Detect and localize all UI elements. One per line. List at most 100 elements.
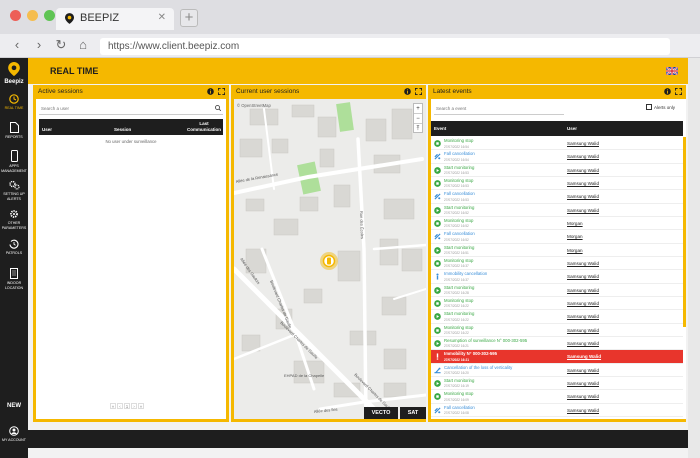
sidebar-item-reports[interactable]: REPORTS <box>0 122 28 140</box>
event-row[interactable]: Monitoring stop 27/07/2022 16:54 Samsung W… <box>431 137 683 151</box>
sat-layer-button[interactable]: SAT <box>400 407 426 419</box>
page-1-button[interactable]: 1 <box>124 403 130 409</box>
fullscreen-icon[interactable] <box>415 88 422 95</box>
fullscreen-icon[interactable] <box>218 88 225 95</box>
first-page-button[interactable]: « <box>110 403 116 409</box>
zoom-in-button[interactable]: + <box>414 104 422 114</box>
close-window-button[interactable] <box>10 10 21 21</box>
sidebar-item-apps-management[interactable]: APPS MANAGEMENT <box>0 150 28 173</box>
event-row[interactable]: Start monitoring 27/07/2022 16:51 Morgan <box>431 244 683 257</box>
event-row[interactable]: Start monitoring 27/07/2022 16:19 Samsung … <box>431 377 683 391</box>
sidebar-item-patrols[interactable]: PATROLS <box>0 239 28 256</box>
event-search-input[interactable]: Search a event <box>434 103 564 115</box>
column-event[interactable]: Event <box>434 126 446 131</box>
column-user[interactable]: User <box>42 127 52 132</box>
event-user-link[interactable]: Samsung Walid <box>567 394 599 399</box>
event-row[interactable]: Monitoring stop 27/07/2022 16:09 Samsung W… <box>431 390 683 404</box>
column-session[interactable]: Session <box>114 127 131 132</box>
last-page-button[interactable]: » <box>138 403 144 409</box>
minimize-window-button[interactable] <box>27 10 38 21</box>
event-time: 27/07/2022 16:08 <box>444 411 469 416</box>
event-row[interactable]: Fall cancellation 27/07/2022 16:53 Samsung… <box>431 190 683 204</box>
column-user[interactable]: User <box>567 126 577 131</box>
event-row[interactable]: Fall cancellation 27/07/2022 16:08 Samsung… <box>431 404 683 417</box>
event-user-link[interactable]: Samsung Walid <box>567 168 599 173</box>
sidebar-item-other-parameters[interactable]: OTHER PARAMETERS <box>0 209 28 230</box>
event-user-link[interactable]: Morgan <box>567 221 583 226</box>
map-view[interactable]: Allée de la Renaissance Rue des Écoles A… <box>234 99 426 419</box>
event-title: Start monitoring <box>444 311 475 317</box>
user-location-marker[interactable] <box>320 252 338 270</box>
sidebar-my-account[interactable]: MY ACCOUNT <box>0 426 28 443</box>
event-row[interactable]: Monitoring stop 27/07/2022 16:52 Morgan <box>431 217 683 231</box>
reload-icon[interactable]: ↻ <box>54 38 68 52</box>
sidebar-item-label: APPS MANAGEMENT <box>1 164 27 173</box>
event-user-link[interactable]: Samsung Walid <box>567 194 599 199</box>
event-row[interactable]: Immobility cancellation 27/07/2022 16:37 S… <box>431 270 683 284</box>
event-time: 27/07/2022 16:37 <box>444 264 469 269</box>
new-button[interactable]: NEW <box>0 403 28 409</box>
event-row[interactable]: Start monitoring 27/07/2022 16:22 Samsung … <box>431 310 683 324</box>
fullscreen-icon[interactable] <box>675 88 682 95</box>
event-user-link[interactable]: Samsung Walid <box>567 368 599 373</box>
event-user-link[interactable]: Samsung Walid <box>567 208 599 213</box>
event-row[interactable]: Start monitoring 27/07/2022 16:28 Samsung … <box>431 284 683 297</box>
event-user-link[interactable]: Samsung Walid <box>567 381 599 386</box>
info-icon[interactable] <box>404 88 411 95</box>
event-row[interactable]: Resumption of surveillance N° 000-302-59… <box>431 337 683 351</box>
event-row[interactable]: Monitoring stop 27/07/2022 16:22 Samsung W… <box>431 297 683 311</box>
vecto-layer-button[interactable]: VECTO <box>364 407 398 419</box>
back-icon[interactable]: ‹ <box>10 38 24 52</box>
event-user-link[interactable]: Samsung Walid <box>567 141 599 146</box>
event-user-link[interactable]: Samsung Walid <box>567 154 599 159</box>
event-user-link[interactable]: Samsung Walid <box>567 301 599 306</box>
event-user-link[interactable]: Samsung Walid <box>567 408 599 413</box>
browser-tab[interactable]: BEEPIZ ✕ <box>56 8 174 30</box>
event-user-link[interactable]: Samsung Walid <box>567 274 599 279</box>
event-user-link[interactable]: Morgan <box>567 234 583 239</box>
next-page-button[interactable]: › <box>131 403 137 409</box>
event-row[interactable]: Monitoring stop 27/07/2022 16:22 Samsung W… <box>431 324 683 337</box>
address-bar[interactable]: https://www.client.beepiz.com <box>100 38 670 55</box>
info-icon[interactable] <box>664 88 671 95</box>
uk-flag-icon[interactable] <box>666 67 678 75</box>
event-row[interactable]: Start monitoring 27/07/2022 16:52 Samsung … <box>431 204 683 217</box>
event-row[interactable]: Monitoring stop 27/07/2022 16:37 Samsung W… <box>431 257 683 271</box>
column-last-communication[interactable]: Last Communication <box>184 121 224 133</box>
search-icon[interactable] <box>215 105 221 111</box>
event-row[interactable]: Monitoring stop 27/07/2022 16:53 Samsung W… <box>431 177 683 191</box>
page-scrollbar[interactable] <box>688 58 700 458</box>
event-row-alert[interactable]: Immobility N° 000-302-595 27/07/2022 16:2… <box>431 350 683 364</box>
prev-page-button[interactable]: ‹ <box>117 403 123 409</box>
sidebar-item-indoor-location[interactable]: INDOOR LOCATION <box>0 268 28 290</box>
event-user-link[interactable]: Morgan <box>567 248 583 253</box>
forward-icon[interactable]: › <box>32 38 46 52</box>
close-tab-icon[interactable]: ✕ <box>158 12 166 23</box>
event-user-link[interactable]: Samsung Walid <box>567 354 601 359</box>
zoom-out-button[interactable]: − <box>414 114 422 124</box>
sidebar-item-setting-up-alerts[interactable]: SETTING UP ALERTS <box>0 180 28 201</box>
alerts-only-checkbox[interactable] <box>646 104 652 110</box>
event-user-link[interactable]: Samsung Walid <box>567 328 599 333</box>
event-row[interactable]: Fall cancellation 27/07/2022 16:54 Samsung… <box>431 150 683 164</box>
event-user-link[interactable]: Samsung Walid <box>567 341 599 346</box>
alerts-only-toggle[interactable]: Alerts only <box>646 104 675 110</box>
event-row[interactable]: Fall cancellation 27/07/2022 16:52 Morgan <box>431 230 683 244</box>
gear-icon <box>10 210 18 218</box>
user-search-input[interactable]: Search a user <box>39 103 223 115</box>
info-icon[interactable] <box>207 88 214 95</box>
new-tab-button[interactable]: + <box>180 9 198 27</box>
map-attribution[interactable]: © OpenStreetMap <box>237 103 271 108</box>
event-user-link[interactable]: Samsung Walid <box>567 288 599 293</box>
events-scrollbar[interactable] <box>683 137 686 327</box>
event-user-link[interactable]: Samsung Walid <box>567 181 599 186</box>
event-user-link[interactable]: Samsung Walid <box>567 314 599 319</box>
event-user-link[interactable]: Samsung Walid <box>567 261 599 266</box>
event-row[interactable]: Cancellation of the loss of verticality 2… <box>431 364 683 377</box>
beepiz-logo-icon <box>8 62 20 76</box>
home-icon[interactable]: ⌂ <box>76 38 90 52</box>
reset-north-button[interactable]: ⤒ <box>414 124 422 134</box>
event-row[interactable]: Start monitoring 27/07/2022 16:53 Samsung … <box>431 164 683 177</box>
sidebar-item-real-time[interactable]: REAL TIME <box>0 94 28 111</box>
maximize-window-button[interactable] <box>44 10 55 21</box>
